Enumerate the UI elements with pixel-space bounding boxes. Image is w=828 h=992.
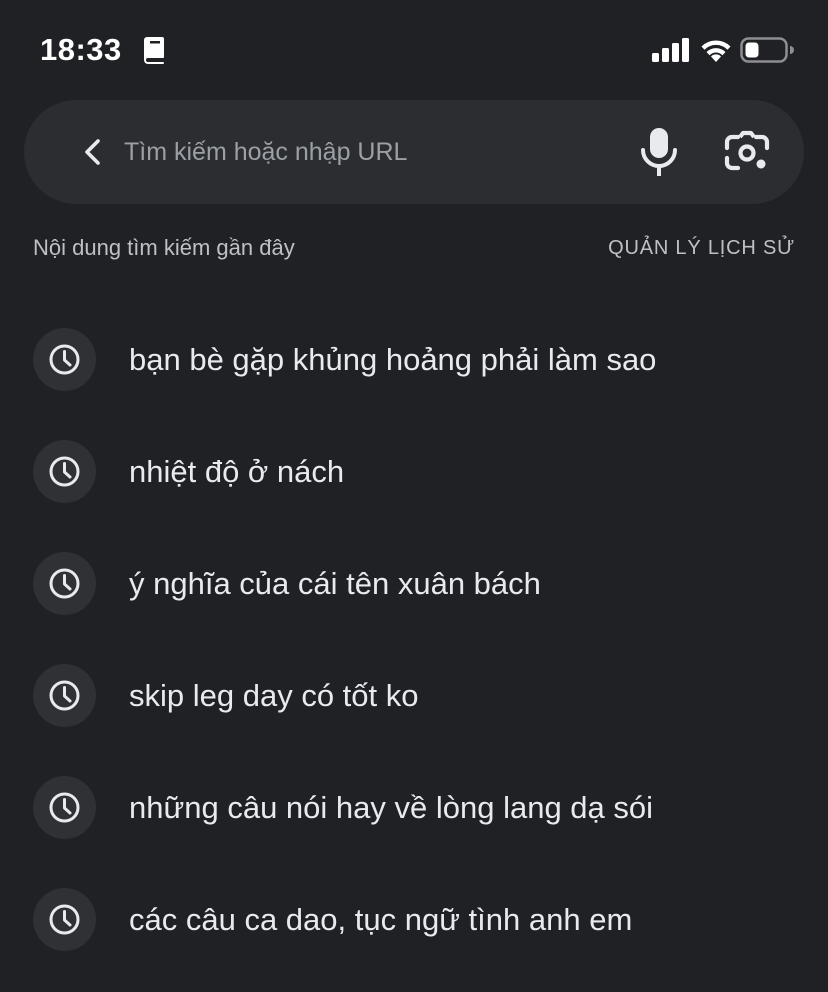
- history-icon-circle: [33, 440, 96, 503]
- history-item[interactable]: những câu nói hay về lòng lang dạ sói: [0, 752, 828, 864]
- book-icon: [144, 37, 164, 64]
- status-bar: 18:33: [0, 0, 828, 100]
- back-arrow-icon[interactable]: [72, 130, 116, 174]
- history-clock-icon: [49, 680, 80, 711]
- history-icon-circle: [33, 328, 96, 391]
- status-time: 18:33: [40, 32, 122, 67]
- chrome-search-page: 18:33 Tìm kiếm hoặc nhập URL Nội dung tì…: [0, 0, 828, 992]
- history-item[interactable]: skip leg day có tốt ko: [0, 640, 828, 752]
- history-clock-icon: [49, 568, 80, 599]
- camera-lens-icon[interactable]: [724, 128, 770, 176]
- history-item[interactable]: ý nghĩa của cái tên xuân bách: [0, 528, 828, 640]
- history-clock-icon: [49, 456, 80, 487]
- microphone-icon[interactable]: [636, 126, 682, 178]
- history-item-label: bạn bè gặp khủng hoảng phải làm sao: [129, 342, 657, 377]
- recent-searches-title: Nội dung tìm kiếm gần đây: [33, 235, 295, 260]
- search-bar: [24, 100, 804, 204]
- history-item[interactable]: bạn bè gặp khủng hoảng phải làm sao: [0, 304, 828, 416]
- history-icon-circle: [33, 552, 96, 615]
- history-item-label: ý nghĩa của cái tên xuân bách: [129, 566, 541, 601]
- history-item-label: những câu nói hay về lòng lang dạ sói: [129, 790, 654, 825]
- manage-history-link[interactable]: QUẢN LÝ LỊCH SỬ: [608, 234, 795, 262]
- history-item[interactable]: nhiệt độ ở nách: [0, 416, 828, 528]
- history-icon-circle: [33, 776, 96, 839]
- battery-icon: [740, 37, 794, 63]
- history-clock-icon: [49, 344, 80, 375]
- history-clock-icon: [49, 904, 80, 935]
- history-item-label: skip leg day có tốt ko: [129, 678, 419, 713]
- history-item-label: các câu ca dao, tục ngữ tình anh em: [129, 902, 633, 937]
- history-clock-icon: [49, 792, 80, 823]
- history-item[interactable]: các câu ca dao, tục ngữ tình anh em: [0, 864, 828, 976]
- history-icon-circle: [33, 888, 96, 951]
- cellular-signal-icon: [652, 38, 689, 62]
- wifi-icon: [701, 40, 731, 62]
- history-icon-circle: [33, 664, 96, 727]
- history-item-label: nhiệt độ ở nách: [129, 454, 345, 489]
- search-input[interactable]: [124, 128, 604, 176]
